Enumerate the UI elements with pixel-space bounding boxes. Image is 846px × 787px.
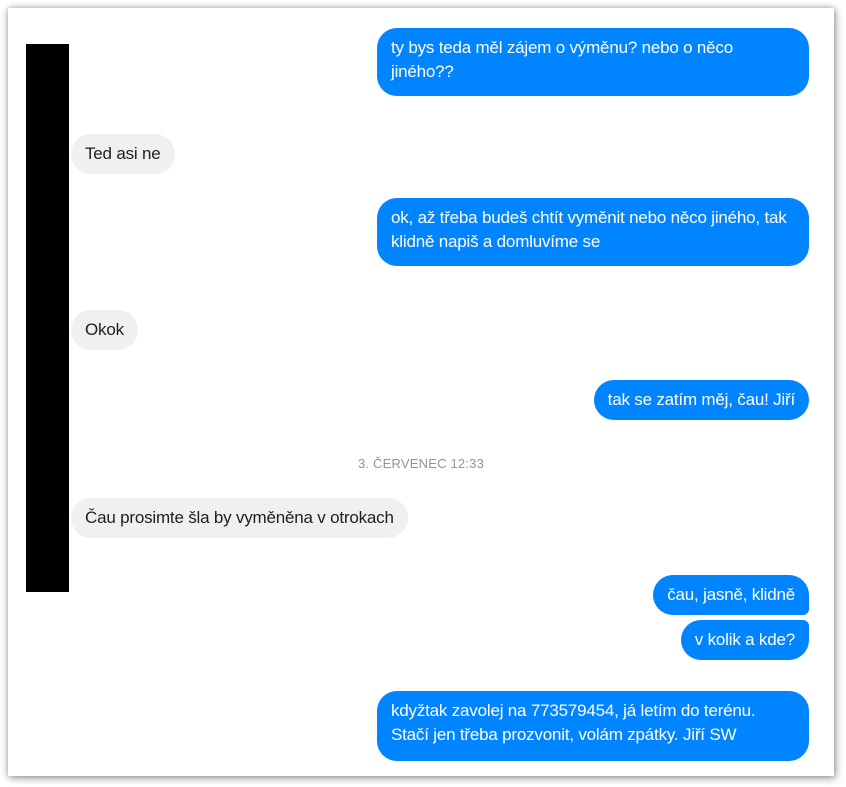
incoming-message[interactable]: Okok <box>71 310 138 350</box>
message-text: ty bys teda měl zájem o výměnu? nebo o n… <box>391 38 733 81</box>
message-text: čau, jasně, klidně <box>667 585 795 604</box>
outgoing-message[interactable]: kdyžtak zavolej na 773579454, já letím d… <box>377 691 809 761</box>
message-text: v kolik a kde? <box>694 630 795 649</box>
redacted-avatar-column <box>26 44 69 592</box>
message-text: kdyžtak zavolej na 773579454, já letím d… <box>391 701 756 744</box>
chat-window: ty bys teda měl zájem o výměnu? nebo o n… <box>8 8 834 776</box>
message-text: Ted asi ne <box>85 144 161 163</box>
incoming-message[interactable]: Ted asi ne <box>71 134 175 174</box>
outgoing-message[interactable]: čau, jasně, klidně <box>653 575 809 615</box>
incoming-message[interactable]: Čau prosimte šla by vyměněna v otrokach <box>71 498 408 538</box>
outgoing-message[interactable]: v kolik a kde? <box>680 620 809 660</box>
outgoing-message[interactable]: ty bys teda měl zájem o výměnu? nebo o n… <box>377 28 809 96</box>
message-text: Okok <box>85 320 124 339</box>
message-text: Čau prosimte šla by vyměněna v otrokach <box>85 508 394 527</box>
message-text: tak se zatím měj, čau! Jiří <box>607 390 796 409</box>
outgoing-message[interactable]: ok, až třeba budeš chtít vyměnit nebo ně… <box>377 198 809 266</box>
message-text: ok, až třeba budeš chtít vyměnit nebo ně… <box>391 208 787 251</box>
outgoing-message[interactable]: tak se zatím měj, čau! Jiří <box>593 380 809 420</box>
timestamp-divider: 3. ČERVENEC 12:33 <box>358 456 484 471</box>
